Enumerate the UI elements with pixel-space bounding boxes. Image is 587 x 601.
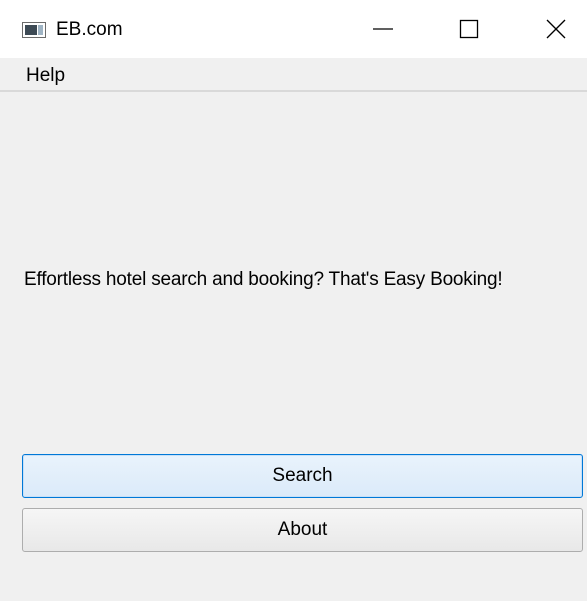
app-window-icon — [22, 22, 46, 38]
search-button-label: Search — [272, 465, 333, 486]
maximize-icon — [459, 19, 479, 39]
tagline-text: Effortless hotel search and booking? Tha… — [24, 269, 503, 290]
main-window: EB.com Help Effortless hotel search and … — [0, 0, 587, 601]
app-icon-pane-secondary — [38, 25, 43, 35]
close-icon — [546, 19, 566, 39]
search-button[interactable]: Search — [22, 454, 583, 498]
close-button[interactable] — [525, 0, 587, 58]
title-bar[interactable]: EB.com — [0, 0, 587, 58]
about-button[interactable]: About — [22, 508, 583, 552]
menu-help[interactable]: Help — [14, 62, 77, 90]
window-title: EB.com — [56, 19, 123, 40]
menu-bar: Help — [0, 58, 587, 92]
minimize-button[interactable] — [352, 0, 414, 58]
minimize-icon — [373, 28, 393, 30]
app-icon-pane — [25, 25, 37, 35]
maximize-button[interactable] — [438, 0, 500, 58]
about-button-label: About — [277, 519, 328, 540]
